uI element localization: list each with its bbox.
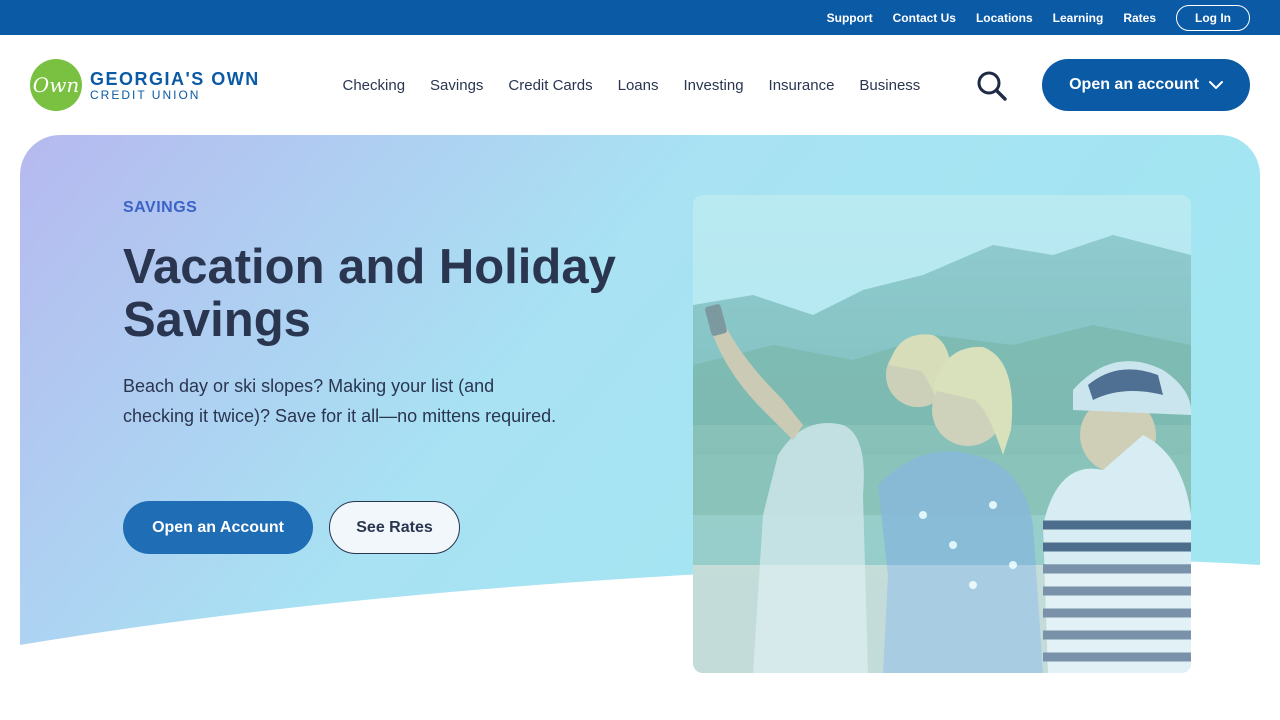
- utility-link-learning[interactable]: Learning: [1053, 11, 1104, 25]
- open-an-account-button[interactable]: Open an Account: [123, 501, 313, 554]
- utility-link-locations[interactable]: Locations: [976, 11, 1033, 25]
- open-account-label: Open an account: [1069, 76, 1199, 93]
- utility-link-contact-us[interactable]: Contact Us: [893, 11, 956, 25]
- utility-bar: Support Contact Us Locations Learning Ra…: [0, 0, 1280, 35]
- nav-item-insurance[interactable]: Insurance: [769, 77, 835, 94]
- nav-item-checking[interactable]: Checking: [343, 77, 406, 94]
- friends-selfie-image: [693, 195, 1191, 673]
- logo-text: GEORGIA'S OWN CREDIT UNION: [90, 69, 260, 102]
- nav-item-credit-cards[interactable]: Credit Cards: [508, 77, 592, 94]
- see-rates-button[interactable]: See Rates: [329, 501, 460, 554]
- logo-subtitle: CREDIT UNION: [90, 87, 201, 102]
- chevron-down-icon: [1208, 81, 1223, 89]
- search-icon: [977, 71, 1007, 101]
- hero-title: Vacation and Holiday Savings: [123, 240, 616, 347]
- hero-photo: [693, 195, 1191, 673]
- nav-item-business[interactable]: Business: [859, 77, 920, 94]
- main-nav: Checking Savings Credit Cards Loans Inve…: [330, 35, 933, 135]
- logo-badge: Own: [30, 59, 82, 111]
- hero-section: SAVINGS Vacation and Holiday Savings Bea…: [20, 135, 1260, 675]
- logo-name: GEORGIA'S OWN: [90, 68, 260, 89]
- utility-link-rates[interactable]: Rates: [1123, 11, 1156, 25]
- nav-item-loans[interactable]: Loans: [618, 77, 659, 94]
- logo[interactable]: Own GEORGIA'S OWN CREDIT UNION: [30, 59, 260, 111]
- utility-links: Support Contact Us Locations Learning Ra…: [807, 0, 1250, 35]
- search-button[interactable]: [976, 71, 1008, 101]
- main-header: Own GEORGIA'S OWN CREDIT UNION Checking …: [0, 35, 1280, 135]
- hero-eyebrow: SAVINGS: [123, 199, 198, 216]
- open-account-button[interactable]: Open an account: [1042, 59, 1250, 111]
- nav-item-investing[interactable]: Investing: [684, 77, 744, 94]
- utility-link-support[interactable]: Support: [827, 11, 873, 25]
- logo-badge-text: Own: [32, 73, 80, 97]
- nav-item-savings[interactable]: Savings: [430, 77, 483, 94]
- hero-description: Beach day or ski slopes? Making your lis…: [123, 376, 557, 426]
- login-button[interactable]: Log In: [1176, 4, 1250, 31]
